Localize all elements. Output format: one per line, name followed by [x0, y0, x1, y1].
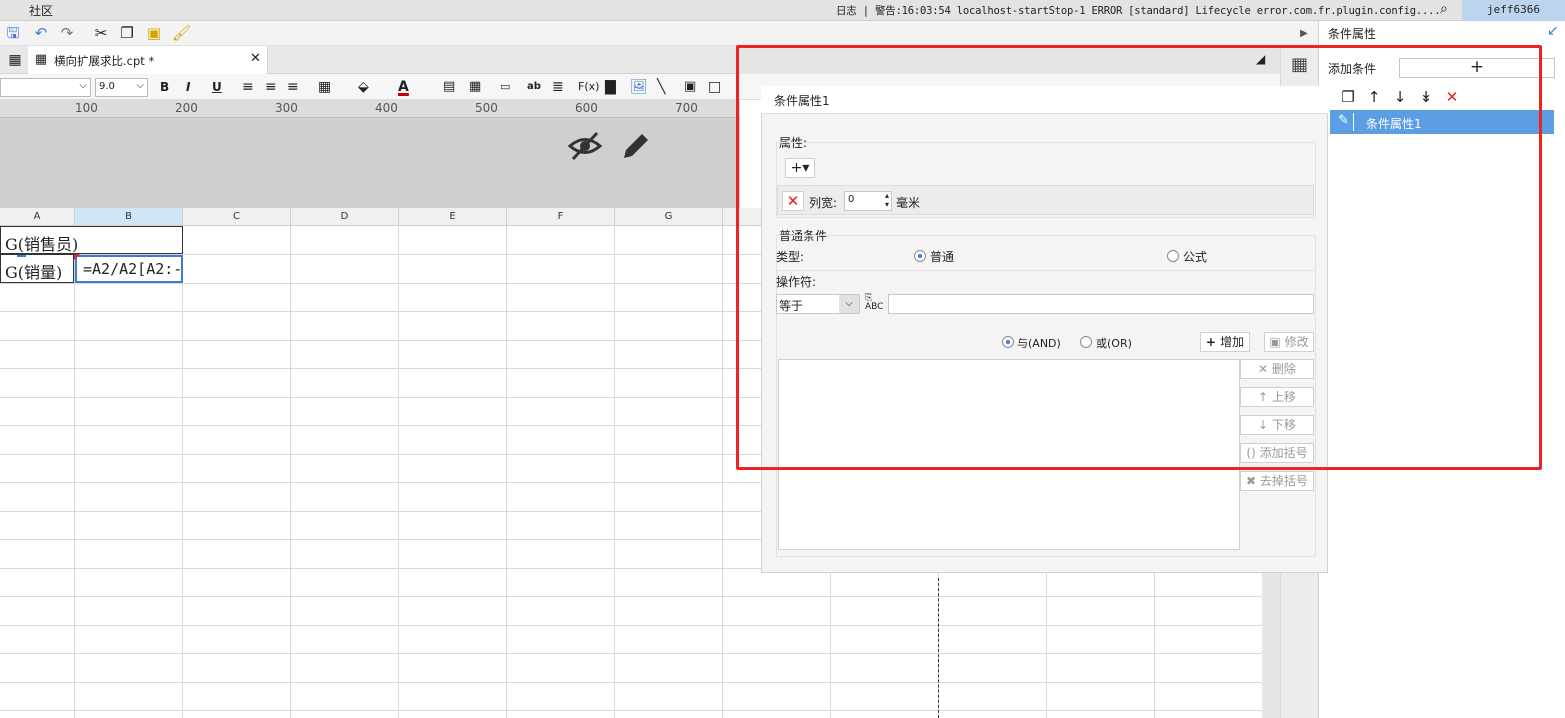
- ruler-label: 200: [175, 101, 198, 115]
- save-icon[interactable]: 🖫: [4, 24, 22, 42]
- page-break-line: [938, 578, 939, 718]
- image-icon[interactable]: 🖼: [630, 78, 648, 96]
- frame-icon[interactable]: □: [708, 78, 721, 96]
- align-left-icon[interactable]: ≡: [242, 78, 254, 96]
- border-icon[interactable]: ▦: [318, 78, 331, 96]
- highlight-box: [736, 45, 1542, 470]
- ruler-label: 100: [75, 101, 98, 115]
- panel-title: 条件属性: [1328, 27, 1377, 41]
- search-icon[interactable]: ⌕: [1440, 1, 1448, 17]
- column-header-a[interactable]: A: [0, 208, 75, 226]
- font-family-select[interactable]: ⌵: [0, 78, 91, 97]
- underline-button[interactable]: U: [212, 78, 222, 96]
- remove-paren-label: 去掉括号: [1259, 474, 1308, 488]
- column-header-b[interactable]: B: [75, 208, 183, 226]
- slash-icon[interactable]: ╲: [657, 78, 665, 96]
- cell-a2[interactable]: G(销量): [0, 254, 74, 283]
- hide-icon[interactable]: [567, 130, 603, 162]
- paragraph-icon[interactable]: ≣: [552, 78, 564, 96]
- paste-icon[interactable]: ▣: [145, 24, 163, 42]
- text-icon[interactable]: ab: [527, 78, 541, 96]
- widget-icon[interactable]: ▣: [684, 78, 696, 96]
- unmerge-icon[interactable]: ▦: [469, 78, 481, 96]
- ruler-label: 600: [575, 101, 598, 115]
- log-message[interactable]: 日志 | 警告:16:03:54 localhost-startStop-1 E…: [836, 3, 1441, 18]
- play-icon[interactable]: ▶: [1295, 25, 1313, 43]
- ruler: 100 200 300 400 500 600 700: [0, 100, 740, 118]
- edit-icon[interactable]: [620, 130, 652, 162]
- remove-paren-button[interactable]: ✖ 去掉括号: [1240, 471, 1314, 491]
- cut-icon[interactable]: ✂: [92, 24, 110, 42]
- remove-paren-icon: ✖: [1246, 474, 1260, 488]
- chevron-down-icon: ⌵: [136, 80, 144, 91]
- close-tab-icon[interactable]: ✕: [250, 51, 261, 66]
- fill-color-icon[interactable]: ⬙: [358, 78, 369, 96]
- redo-icon[interactable]: ↷: [58, 24, 76, 42]
- file-tab[interactable]: ▦ 横向扩展求比.cpt * ✕: [28, 46, 268, 74]
- column-header-g[interactable]: G: [615, 208, 723, 226]
- grid-icon[interactable]: ▦: [6, 51, 24, 69]
- copy-icon[interactable]: ❐: [118, 24, 136, 42]
- column-header-f[interactable]: F: [507, 208, 615, 226]
- font-color-icon[interactable]: A: [398, 78, 409, 96]
- chart-icon[interactable]: ▇: [605, 78, 616, 96]
- cell-a1[interactable]: G(销售员): [0, 226, 183, 254]
- cell-b2[interactable]: =A2/A2[A2:-: [75, 255, 183, 283]
- align-center-icon[interactable]: ≡: [265, 78, 277, 96]
- expand-arrow-icon: [17, 255, 26, 257]
- header-area: [0, 118, 740, 208]
- font-size-value: 9.0: [99, 81, 115, 92]
- align-right-icon[interactable]: ≡: [287, 78, 299, 96]
- community-link[interactable]: 社区: [29, 2, 53, 19]
- ruler-label: 500: [475, 101, 498, 115]
- user-account[interactable]: jeff6366: [1462, 0, 1565, 21]
- insert-row-icon[interactable]: ▭: [500, 78, 510, 96]
- column-header-c[interactable]: C: [183, 208, 291, 226]
- italic-button[interactable]: I: [186, 78, 190, 96]
- file-tab-label: 横向扩展求比.cpt *: [54, 54, 155, 68]
- ruler-label: 400: [375, 101, 398, 115]
- ruler-label: 700: [675, 101, 698, 115]
- column-header-e[interactable]: E: [399, 208, 507, 226]
- top-status-bar: 社区 日志 | 警告:16:03:54 localhost-startStop-…: [0, 0, 1565, 21]
- merge-icon[interactable]: ▤: [443, 78, 455, 96]
- report-icon: ▦: [34, 52, 48, 67]
- bold-button[interactable]: B: [160, 78, 169, 96]
- chevron-down-icon: ⌵: [79, 80, 87, 91]
- expand-icon[interactable]: ↙: [1547, 23, 1559, 39]
- undo-icon[interactable]: ↶: [32, 24, 50, 42]
- condition-marker-icon: [74, 254, 80, 260]
- font-size-select[interactable]: 9.0 ⌵: [95, 78, 148, 97]
- ruler-label: 300: [275, 101, 298, 115]
- format-painter-icon[interactable]: 🖌: [172, 24, 191, 42]
- main-toolbar: 🖫 ↶ ↷ ✂ ❐ ▣ 🖌 ▶: [0, 21, 1318, 46]
- formula-icon[interactable]: F(x): [578, 78, 599, 96]
- column-header-d[interactable]: D: [291, 208, 399, 226]
